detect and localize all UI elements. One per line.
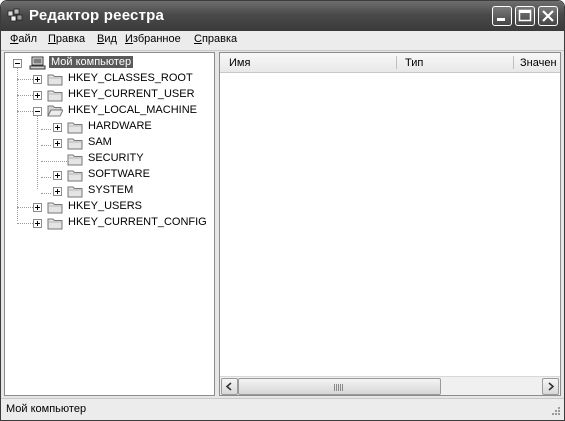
expand-icon[interactable]	[33, 203, 42, 212]
tree-label: HKEY_LOCAL_MACHINE	[68, 104, 197, 116]
scroll-left-button[interactable]	[221, 378, 238, 395]
tree-node-software[interactable]: SOFTWARE	[5, 167, 214, 183]
folder-icon	[47, 74, 63, 86]
tree-label-my-computer: Мой компьютер	[49, 56, 134, 68]
tree-label: HKEY_CURRENT_CONFIG	[68, 216, 207, 228]
close-icon	[542, 10, 554, 22]
scroll-right-icon	[548, 382, 555, 391]
menu-favorites[interactable]: Избранное	[125, 33, 181, 45]
values-list[interactable]: Имя Тип Значен	[219, 52, 561, 396]
tree-node-sam[interactable]: SAM	[5, 135, 214, 151]
column-divider[interactable]	[513, 56, 514, 69]
scroll-left-icon	[225, 382, 232, 391]
tree-label: HKEY_CURRENT_USER	[68, 88, 195, 100]
menu-edit[interactable]: Правка	[48, 33, 85, 45]
folder-icon	[67, 122, 83, 134]
tree-node-hardware[interactable]: HARDWARE	[5, 119, 214, 135]
folder-open-icon	[47, 105, 63, 117]
expand-icon[interactable]	[53, 139, 62, 148]
scrollbar-thumb[interactable]	[238, 378, 441, 395]
tree-node-hkey-classes-root[interactable]: HKEY_CLASSES_ROOT	[5, 71, 214, 87]
expand-icon[interactable]	[53, 171, 62, 180]
expand-icon[interactable]	[53, 187, 62, 196]
tree-label: HKEY_CLASSES_ROOT	[68, 72, 193, 84]
regedit-window: Редактор реестра Файл Правка Вид Избранн…	[0, 0, 565, 421]
folder-icon	[67, 154, 83, 166]
tree-label: SAM	[88, 136, 112, 148]
minimize-button[interactable]	[492, 6, 512, 26]
maximize-icon	[518, 9, 532, 22]
expand-icon[interactable]	[33, 91, 42, 100]
folder-icon	[67, 138, 83, 150]
folder-icon	[47, 218, 63, 230]
collapse-icon[interactable]	[13, 59, 22, 68]
column-divider[interactable]	[396, 56, 397, 69]
regedit-app-icon	[7, 8, 23, 22]
computer-icon	[29, 56, 46, 70]
tree-label: SYSTEM	[88, 184, 134, 196]
collapse-icon[interactable]	[33, 107, 42, 116]
horizontal-scrollbar[interactable]	[220, 376, 560, 395]
column-header-name[interactable]: Имя	[229, 57, 250, 69]
tree-label: HKEY_USERS	[68, 200, 142, 212]
menu-file[interactable]: Файл	[10, 33, 37, 45]
title-bar[interactable]: Редактор реестра	[1, 1, 564, 31]
tree-node-my-computer[interactable]: Мой компьютер	[5, 55, 214, 71]
expand-icon[interactable]	[53, 123, 62, 132]
list-header: Имя Тип Значен	[220, 53, 560, 73]
scroll-right-button[interactable]	[542, 378, 559, 395]
menu-bar: Файл Правка Вид Избранное Справка	[1, 31, 564, 51]
expand-icon[interactable]	[33, 75, 42, 84]
tree-label: HARDWARE	[88, 120, 152, 132]
tree-label: SECURITY	[88, 152, 144, 164]
folder-icon	[47, 90, 63, 102]
menu-view[interactable]: Вид	[97, 33, 117, 45]
status-bar: Мой компьютер	[1, 398, 564, 420]
tree-node-security[interactable]: SECURITY	[5, 151, 214, 167]
tree-node-hkey-current-user[interactable]: HKEY_CURRENT_USER	[5, 87, 214, 103]
folder-icon	[67, 186, 83, 198]
tree-label: SOFTWARE	[88, 168, 150, 180]
grip-icon	[334, 384, 343, 391]
menu-help[interactable]: Справка	[194, 33, 237, 45]
resize-grip-icon[interactable]	[549, 406, 561, 418]
window-title: Редактор реестра	[29, 7, 165, 24]
registry-tree[interactable]: Мой компьютер HKEY_CLASSES_ROOT HKEY_CUR…	[4, 52, 215, 396]
folder-icon	[67, 170, 83, 182]
maximize-button[interactable]	[515, 6, 535, 26]
expand-icon[interactable]	[33, 219, 42, 228]
tree-node-system[interactable]: SYSTEM	[5, 183, 214, 199]
folder-icon	[47, 202, 63, 214]
tree-node-hkey-current-config[interactable]: HKEY_CURRENT_CONFIG	[5, 215, 214, 231]
column-header-type[interactable]: Тип	[405, 57, 423, 69]
column-header-value[interactable]: Значен	[520, 57, 557, 69]
tree-node-hkey-local-machine[interactable]: HKEY_LOCAL_MACHINE	[5, 103, 214, 119]
status-text: Мой компьютер	[6, 403, 87, 415]
close-button[interactable]	[538, 6, 558, 26]
minimize-icon	[497, 18, 505, 21]
tree-node-hkey-users[interactable]: HKEY_USERS	[5, 199, 214, 215]
